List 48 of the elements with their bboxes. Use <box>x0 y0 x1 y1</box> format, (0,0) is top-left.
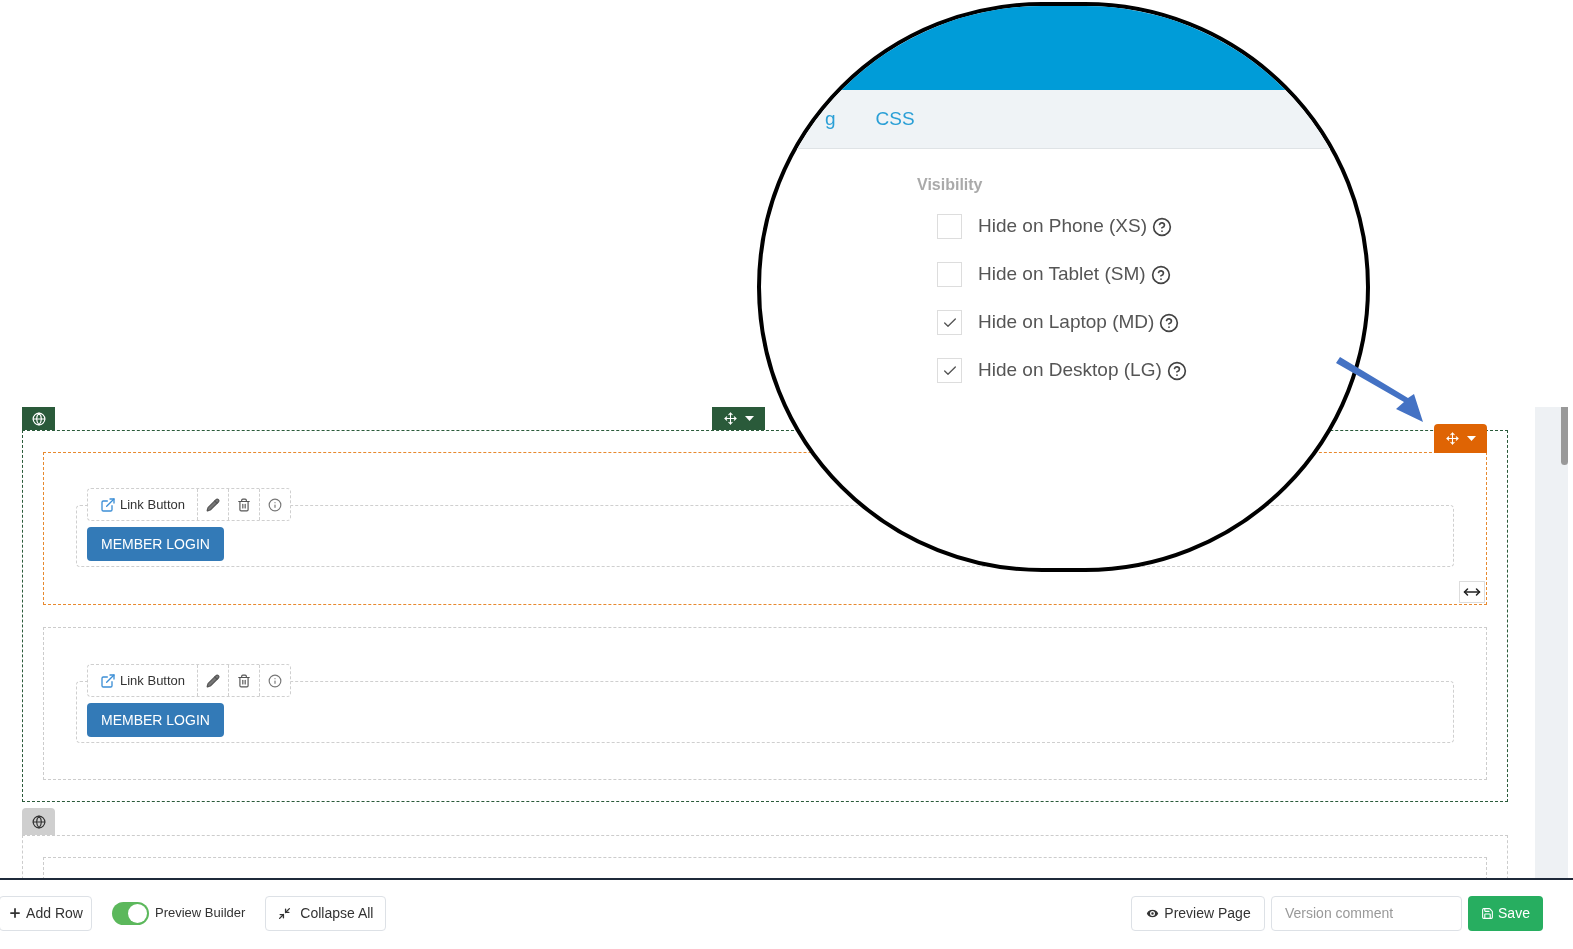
help-icon[interactable] <box>1159 312 1180 333</box>
trash-icon <box>237 497 252 512</box>
checkbox-label: Hide on Desktop (LG) <box>978 358 1162 383</box>
member-login-button[interactable]: MEMBER LOGIN <box>87 703 224 737</box>
preview-builder-toggle[interactable] <box>112 901 149 925</box>
column-move-handle[interactable] <box>1434 424 1487 453</box>
section-handle[interactable] <box>22 808 55 835</box>
help-icon[interactable] <box>1150 264 1171 285</box>
module-type-label: Link Button <box>120 671 186 690</box>
caret-icon <box>744 416 754 421</box>
external-link-icon <box>100 672 116 689</box>
move-icon <box>1445 432 1459 445</box>
module-type-label: Link Button <box>120 495 186 514</box>
scrollbar-thumb[interactable] <box>1561 407 1568 465</box>
info-icon <box>268 673 283 688</box>
caret-icon <box>1466 436 1476 441</box>
collapse-icon <box>278 906 292 920</box>
section-move-handle[interactable] <box>712 407 765 430</box>
checkbox-label: Hide on Phone (XS) <box>978 214 1147 239</box>
visibility-heading: Visibility <box>917 175 984 195</box>
version-comment-field[interactable]: Version comment <box>1271 895 1462 931</box>
help-icon[interactable] <box>1166 360 1187 381</box>
save-button[interactable]: Save <box>1468 895 1543 931</box>
settings-tab[interactable]: g <box>825 104 836 134</box>
checkbox[interactable] <box>937 262 962 287</box>
plus-icon <box>8 906 23 920</box>
preview-page-button[interactable]: Preview Page <box>1131 895 1265 931</box>
pencil-icon <box>206 497 221 512</box>
checkbox-label: Hide on Laptop (MD) <box>978 310 1155 335</box>
collapse-all-button[interactable]: Collapse All <box>265 895 387 931</box>
settings-tab[interactable]: CSS <box>875 104 915 134</box>
resize-handle[interactable] <box>1459 581 1485 603</box>
trash-icon <box>237 673 252 688</box>
external-link-icon <box>100 496 116 513</box>
info-icon <box>268 497 283 512</box>
preview-builder-label: Preview Builder <box>155 904 246 923</box>
globe-icon <box>31 411 46 426</box>
checkbox[interactable] <box>937 358 962 383</box>
section-handle[interactable] <box>22 407 55 430</box>
move-icon <box>723 412 737 425</box>
checkbox-label: Hide on Tablet (SM) <box>978 262 1146 287</box>
checkbox[interactable] <box>937 214 962 239</box>
add-row-button[interactable]: Add Row <box>0 895 92 931</box>
globe-icon <box>31 814 46 829</box>
checkbox[interactable] <box>937 310 962 335</box>
help-icon[interactable] <box>1152 216 1172 237</box>
pencil-icon <box>206 673 221 688</box>
member-login-button[interactable]: MEMBER LOGIN <box>87 527 224 561</box>
